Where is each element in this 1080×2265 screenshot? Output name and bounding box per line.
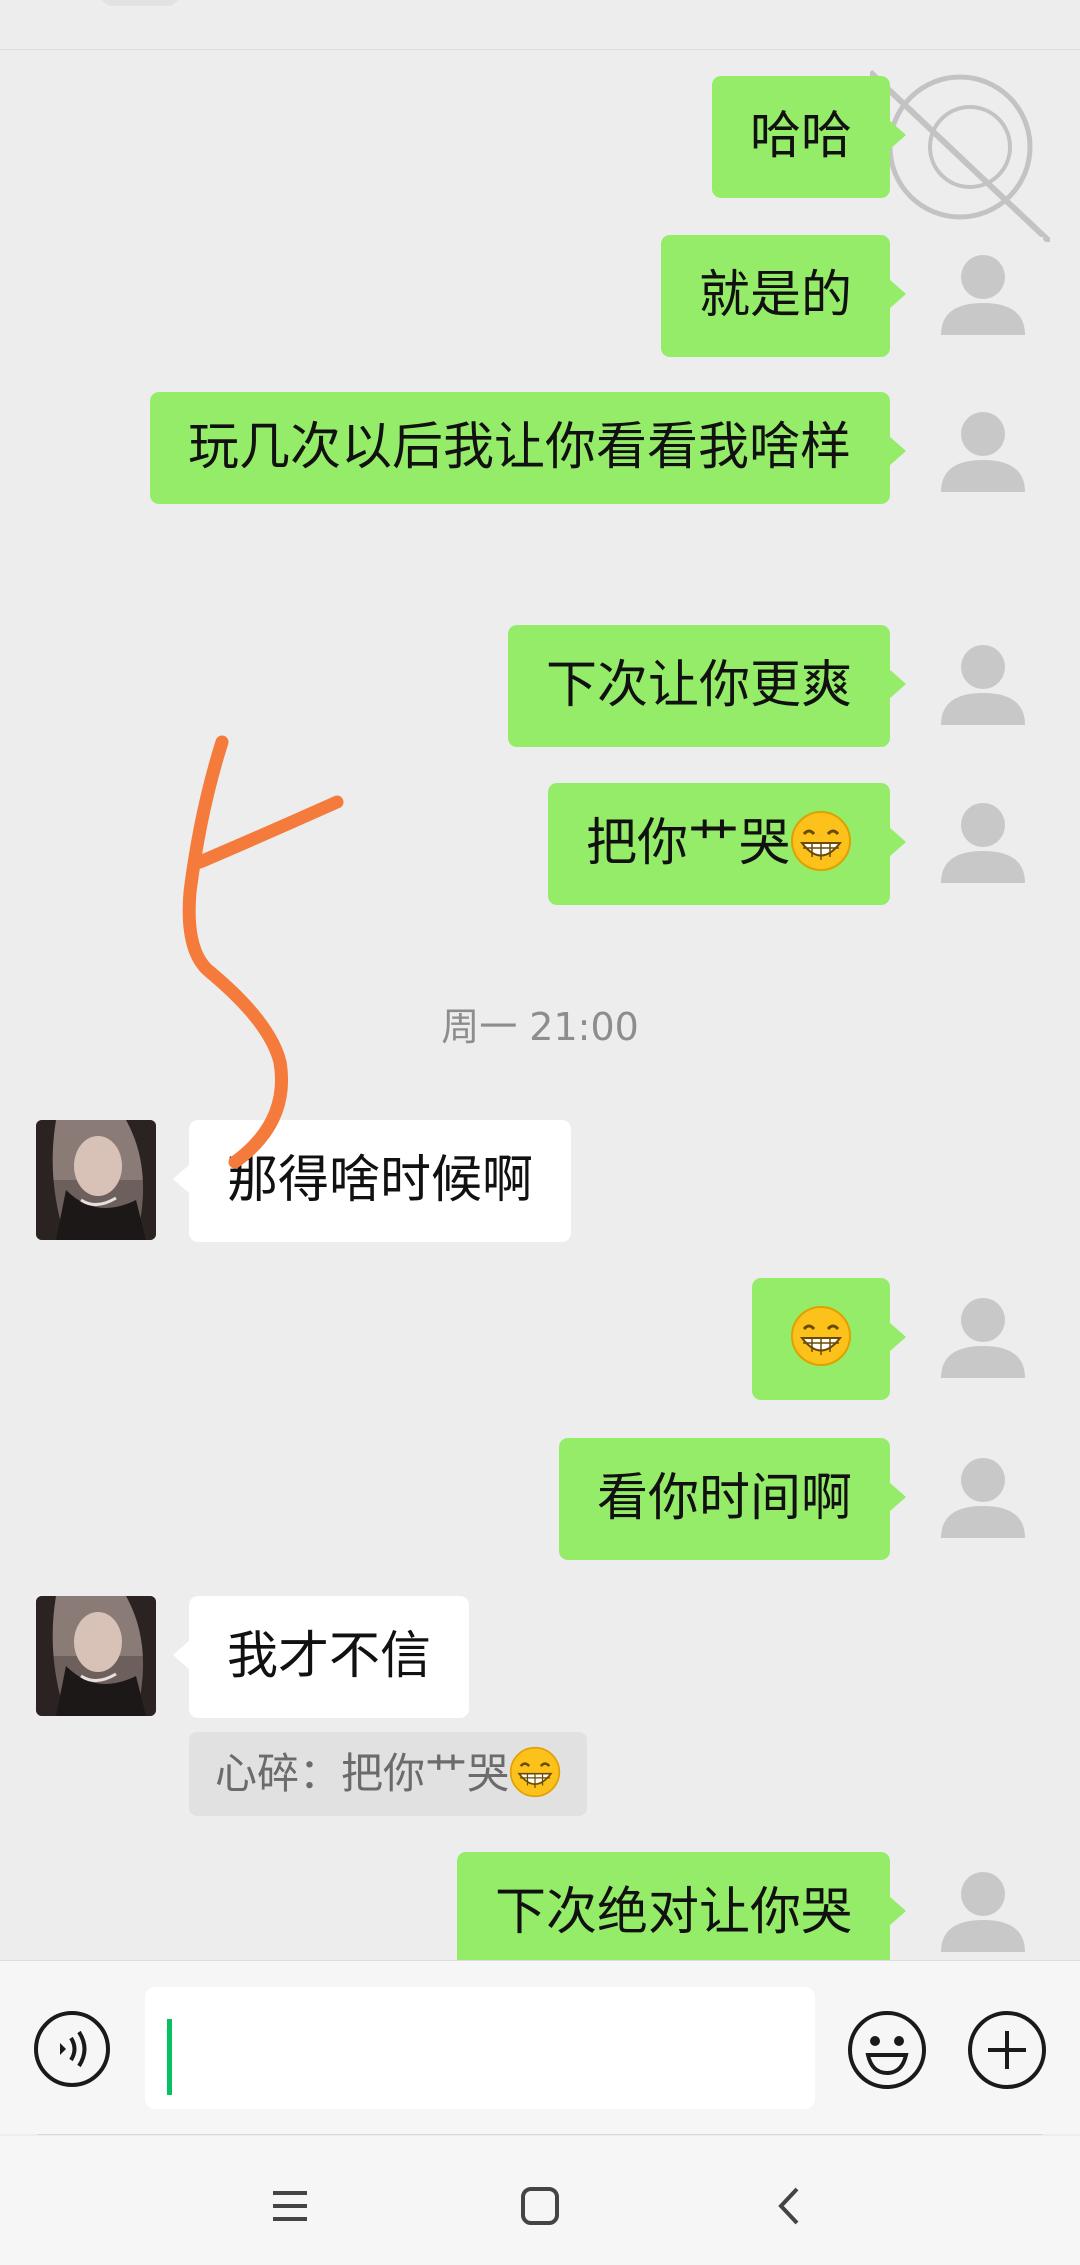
- sent-bubble[interactable]: 看你时间啊: [558, 1438, 907, 1560]
- default-avatar-icon[interactable]: [923, 394, 1043, 514]
- smiley-icon[interactable]: [846, 2009, 928, 2091]
- header-pill: [100, 0, 180, 6]
- menu-icon[interactable]: [265, 2181, 315, 2231]
- contact-photo: [36, 1596, 156, 1716]
- default-avatar-icon[interactable]: [923, 785, 1043, 905]
- message-text: 哈哈: [749, 107, 852, 166]
- input-bar: [0, 1960, 1080, 2134]
- grin-emoji-icon: [791, 1306, 851, 1366]
- message-input[interactable]: [145, 1987, 815, 2109]
- grin-emoji-icon: [509, 1746, 561, 1798]
- message-row: 那得啥时候啊: [0, 1120, 1080, 1242]
- message-text: 下次让你更爽: [545, 656, 852, 715]
- message-row: [0, 1278, 1080, 1400]
- message-text: 我才不信: [227, 1627, 432, 1686]
- default-avatar-icon[interactable]: [923, 237, 1043, 357]
- sent-bubble[interactable]: 下次让你更爽: [507, 625, 907, 747]
- header-edge: [0, 0, 1080, 50]
- message-row: 下次让你更爽: [0, 625, 1080, 747]
- sent-bubble[interactable]: 玩几次以后我让你看看我啥样: [150, 392, 906, 504]
- quoted-message[interactable]: 心碎：把你艹哭: [189, 1732, 588, 1816]
- default-avatar-icon[interactable]: [923, 627, 1043, 747]
- home-icon[interactable]: [515, 2181, 565, 2231]
- annotation-arrow: [182, 735, 344, 1169]
- message-row: 下次绝对让你哭: [0, 1852, 1080, 1960]
- sent-bubble[interactable]: 把你艹哭: [547, 783, 907, 905]
- text-caret: [167, 2019, 172, 2095]
- sent-bubble[interactable]: 就是的: [660, 235, 907, 357]
- received-bubble[interactable]: 我才不信: [172, 1596, 470, 1718]
- back-icon[interactable]: [765, 2181, 815, 2231]
- message-row: 我才不信: [0, 1596, 1080, 1718]
- default-avatar-icon[interactable]: [923, 1280, 1043, 1400]
- voice-icon[interactable]: [32, 2009, 112, 2089]
- message-row: 看你时间啊: [0, 1438, 1080, 1560]
- timestamp: 周一 21:00: [441, 1005, 639, 1049]
- message-row: 把你艹哭: [0, 783, 1080, 905]
- contact-avatar[interactable]: [36, 1596, 156, 1716]
- message-text: 玩几次以后我让你看看我啥样: [188, 418, 852, 477]
- message-text: 把你艹哭: [585, 814, 790, 873]
- sent-bubble[interactable]: 哈哈: [711, 76, 907, 198]
- message-row: 哈哈: [0, 76, 1080, 198]
- sent-bubble[interactable]: [752, 1278, 906, 1400]
- message-row: 玩几次以后我让你看看我啥样: [0, 392, 1080, 588]
- contact-photo: [36, 1120, 156, 1240]
- contact-avatar[interactable]: [36, 1120, 156, 1240]
- message-text: 就是的: [698, 266, 852, 325]
- quote-text: 心碎：把你艹哭: [215, 1749, 510, 1798]
- message-row: 就是的: [0, 235, 1080, 357]
- default-avatar-icon[interactable]: [923, 1440, 1043, 1560]
- plus-icon[interactable]: [966, 2009, 1048, 2091]
- sent-bubble[interactable]: 下次绝对让你哭: [456, 1852, 907, 1960]
- message-text: 看你时间啊: [596, 1469, 852, 1528]
- system-nav-bar: [0, 2136, 1080, 2265]
- message-list[interactable]: 哈哈 就是的 玩几次以后我让你看看我啥样 下次让你更爽 把你艹哭 周一 21:0…: [0, 52, 1080, 1960]
- default-avatar-icon[interactable]: [923, 1854, 1043, 1960]
- grin-emoji-icon: [791, 811, 851, 871]
- chat-screen: 哈哈 就是的 玩几次以后我让你看看我啥样 下次让你更爽 把你艹哭 周一 21:0…: [0, 0, 1080, 2265]
- message-text: 下次绝对让你哭: [494, 1883, 852, 1942]
- divider: [38, 2134, 1042, 2135]
